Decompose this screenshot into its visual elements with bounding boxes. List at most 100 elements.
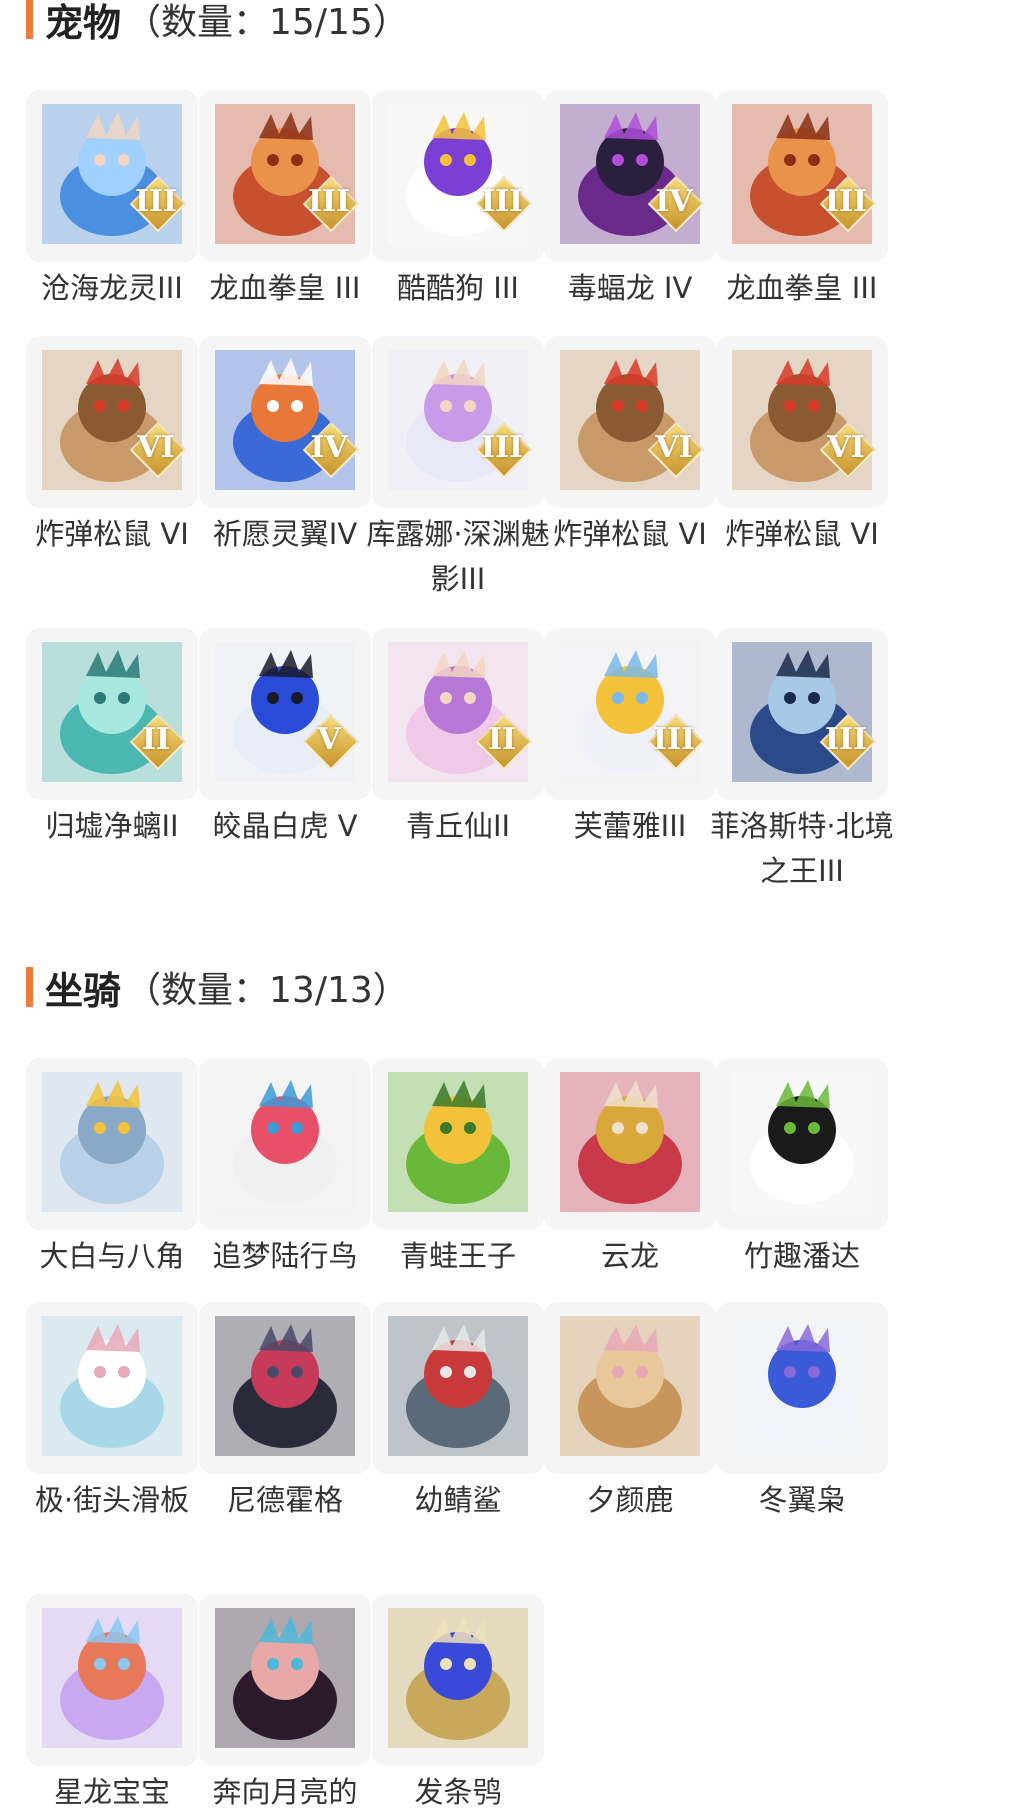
mount-thumbnail [26,1302,198,1474]
rank-badge-text: III [480,430,524,465]
rank-badge-text: III [824,722,868,757]
rank-badge: III [819,713,877,771]
mount-thumbnail [544,1058,716,1230]
pet-name: 归墟净螭II [45,809,179,843]
mount-name: 青蛙王子 [399,1239,516,1273]
pet-name: 毒蝠龙 IV [567,271,693,305]
pet-thumbnail: III [716,90,888,262]
mount-name: 云龙 [600,1239,659,1273]
skateboard-icon [42,1316,182,1456]
cloud-dragon-icon [560,1072,700,1212]
pet-thumbnail: II [372,628,544,800]
mount-name: 夕颜鹿 [586,1483,674,1517]
pet-thumbnail: III [544,628,716,800]
pet-thumbnail: III [716,628,888,800]
pet-thumbnail: VI [26,336,198,508]
pet-thumbnail: VI [544,336,716,508]
pet-name: 祈愿灵翼IV [212,517,358,551]
rank-badge: IV [302,421,360,479]
mounts-section-count: （数量：13/13） [125,970,409,1011]
rank-badge: III [819,175,877,233]
frog-prince-icon [388,1072,528,1212]
pet-thumbnail: III [372,336,544,508]
mount-thumbnail [544,1302,716,1474]
pet-name: 龙血拳皇 III [726,271,878,305]
mount-thumbnail [199,1302,371,1474]
rank-badge: VI [819,421,877,479]
shark-icon [388,1316,528,1456]
clockwork-owl-icon [388,1608,528,1748]
rank-badge-text: II [141,722,171,757]
pet-name: 库露娜·深渊魅影III [366,517,550,596]
pet-thumbnail: IV [199,336,371,508]
pet-name: 皎晶白虎 V [212,809,358,843]
pets-section-header: 宠物 （数量：15/15） [26,0,409,45]
rank-badge: III [302,175,360,233]
mount-name: 尼德霍格 [226,1483,343,1517]
rank-badge: III [647,713,705,771]
mount-name: 竹趣潘达 [743,1239,860,1273]
pet-name: 炸弹松鼠 VI [725,517,879,551]
section-accent-bar [26,967,33,1007]
mounts-section-header: 坐骑 （数量：13/13） [26,964,409,1013]
mount-name: 追梦陆行鸟 [212,1239,358,1273]
rank-badge: V [302,713,360,771]
rank-badge: VI [129,421,187,479]
rank-badge-text: VI [827,430,865,465]
rank-badge: VI [647,421,705,479]
pets-section-count: （数量：15/15） [125,2,409,43]
pet-thumbnail: III [26,90,198,262]
rank-badge-text: III [824,184,868,219]
rank-badge-text: III [652,722,696,757]
rank-badge: III [475,421,533,479]
rank-badge: II [129,713,187,771]
mounts-section-title: 坐骑 [45,968,122,1013]
rank-badge-text: V [317,722,341,757]
whale-icon [42,1072,182,1212]
mount-name: 冬翼枭 [758,1483,846,1517]
rank-badge-text: II [487,722,517,757]
panda-icon [732,1072,872,1212]
pet-thumbnail: IV [544,90,716,262]
pet-name: 酷酷狗 III [397,271,519,305]
pet-name: 沧海龙灵III [41,271,183,305]
pets-section-title: 宠物 [45,0,122,45]
pet-thumbnail: II [26,628,198,800]
rank-badge-text: IV [655,184,693,219]
mount-name: 大白与八角 [39,1239,185,1273]
rank-badge-text: VI [137,430,175,465]
mount-thumbnail [372,1058,544,1230]
winter-owl-icon [732,1316,872,1456]
mount-name: 极·街头滑板 [34,1483,190,1517]
pet-name: 青丘仙II [405,809,511,843]
pet-name: 炸弹松鼠 VI [35,517,189,551]
pet-thumbnail: III [199,90,371,262]
pet-name: 菲洛斯特·北境之王III [710,809,894,888]
pet-thumbnail: V [199,628,371,800]
pet-name: 炸弹松鼠 VI [553,517,707,551]
moon-pig-icon [215,1608,355,1748]
mount-name: 幼鲭鲨 [414,1483,502,1517]
mount-thumbnail [199,1058,371,1230]
mount-thumbnail [372,1594,544,1766]
dark-dragon-icon [215,1316,355,1456]
mount-thumbnail [716,1058,888,1230]
rank-badge: II [475,713,533,771]
rank-badge-text: III [134,184,178,219]
rank-badge: IV [647,175,705,233]
rank-badge-text: III [307,184,351,219]
mount-name: 发条鸮 [414,1775,502,1809]
mount-thumbnail [26,1594,198,1766]
section-accent-bar [26,0,33,39]
mount-thumbnail [199,1594,371,1766]
rank-badge-text: VI [655,430,693,465]
pet-name: 芙蕾雅III [573,809,687,843]
rank-badge-text: IV [310,430,348,465]
pet-thumbnail: VI [716,336,888,508]
rank-badge-text: III [480,184,524,219]
rank-badge: III [475,175,533,233]
mount-thumbnail [26,1058,198,1230]
star-dragon-baby-icon [42,1608,182,1748]
mount-thumbnail [372,1302,544,1474]
mount-name: 星龙宝宝 [53,1775,170,1809]
